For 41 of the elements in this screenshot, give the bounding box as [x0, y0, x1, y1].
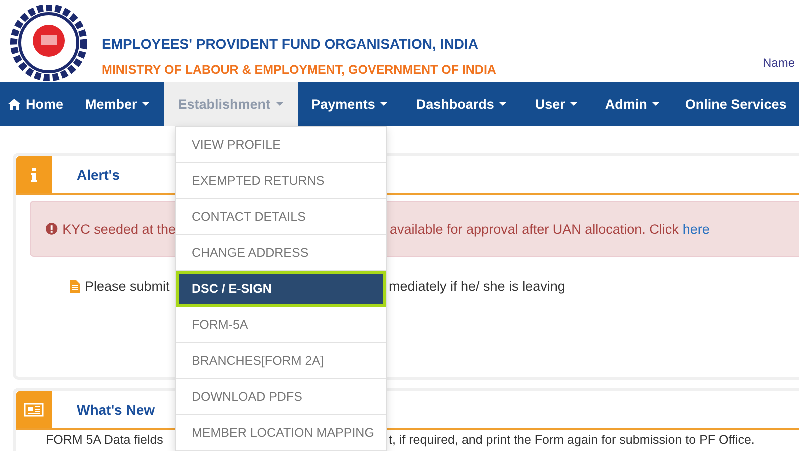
- logo-icon: [10, 5, 88, 81]
- news-text: t, if required, and print the Form again for submission to PF Office.: [389, 433, 755, 447]
- caret-icon: [142, 102, 150, 106]
- menu-item[interactable]: DSC / E-SIGN: [176, 271, 386, 307]
- panel-title: What's New: [77, 402, 156, 418]
- nav-tab[interactable]: Dashboards: [402, 82, 522, 126]
- nav-tab[interactable]: Admin: [592, 82, 674, 126]
- nav-tab[interactable]: Member: [72, 82, 164, 126]
- panel-title: Alert's: [77, 166, 120, 182]
- caret-icon: [380, 102, 388, 106]
- info-icon: [16, 156, 52, 193]
- alert-text: KYC seeded at the: [62, 222, 176, 236]
- document-icon: [70, 280, 80, 293]
- caret-icon: [570, 102, 578, 106]
- menu-item[interactable]: CHANGE ADDRESS: [176, 235, 386, 271]
- menu-item[interactable]: MEMBER LOCATION MAPPING: [176, 415, 386, 451]
- nav-tab[interactable]: Establishment: [164, 82, 298, 126]
- nav-tab[interactable]: Online Services: [673, 82, 799, 126]
- caret-icon: [652, 102, 660, 106]
- ministry-subtitle: MINISTRY OF LABOUR & EMPLOYMENT, GOVERNMENT OF INDIA: [102, 63, 496, 77]
- alert-text: available for approval after UAN allocation. Click: [390, 222, 679, 236]
- news-text: FORM 5A Data fields: [46, 433, 164, 447]
- user-name-label: Name: [762, 56, 795, 70]
- menu-item[interactable]: CONTACT DETAILS: [176, 199, 386, 235]
- nav-tab[interactable]: User: [521, 82, 592, 126]
- menu-item[interactable]: EXEMPTED RETURNS: [176, 163, 386, 199]
- menu-item[interactable]: VIEW PROFILE: [176, 127, 386, 163]
- caret-icon: [499, 102, 508, 106]
- notice-text: mediately if he/ she is leaving: [389, 279, 566, 294]
- nav-tab[interactable]: Payments: [298, 82, 402, 126]
- newspaper-icon: [16, 391, 52, 428]
- caret-icon: [276, 102, 284, 106]
- organisation-title: EMPLOYEES' PROVIDENT FUND ORGANISATION, INDIA: [102, 36, 480, 52]
- exclamation-icon: [46, 223, 58, 235]
- notice-text: Please submit: [85, 279, 170, 294]
- home-icon: [8, 98, 21, 110]
- nav-tab[interactable]: Home: [0, 82, 72, 126]
- menu-item[interactable]: BRANCHES[FORM 2A]: [176, 343, 386, 379]
- menu-item[interactable]: FORM-5A: [176, 307, 386, 343]
- menu-item[interactable]: DOWNLOAD PDFS: [176, 379, 386, 415]
- here-link[interactable]: here: [682, 222, 710, 236]
